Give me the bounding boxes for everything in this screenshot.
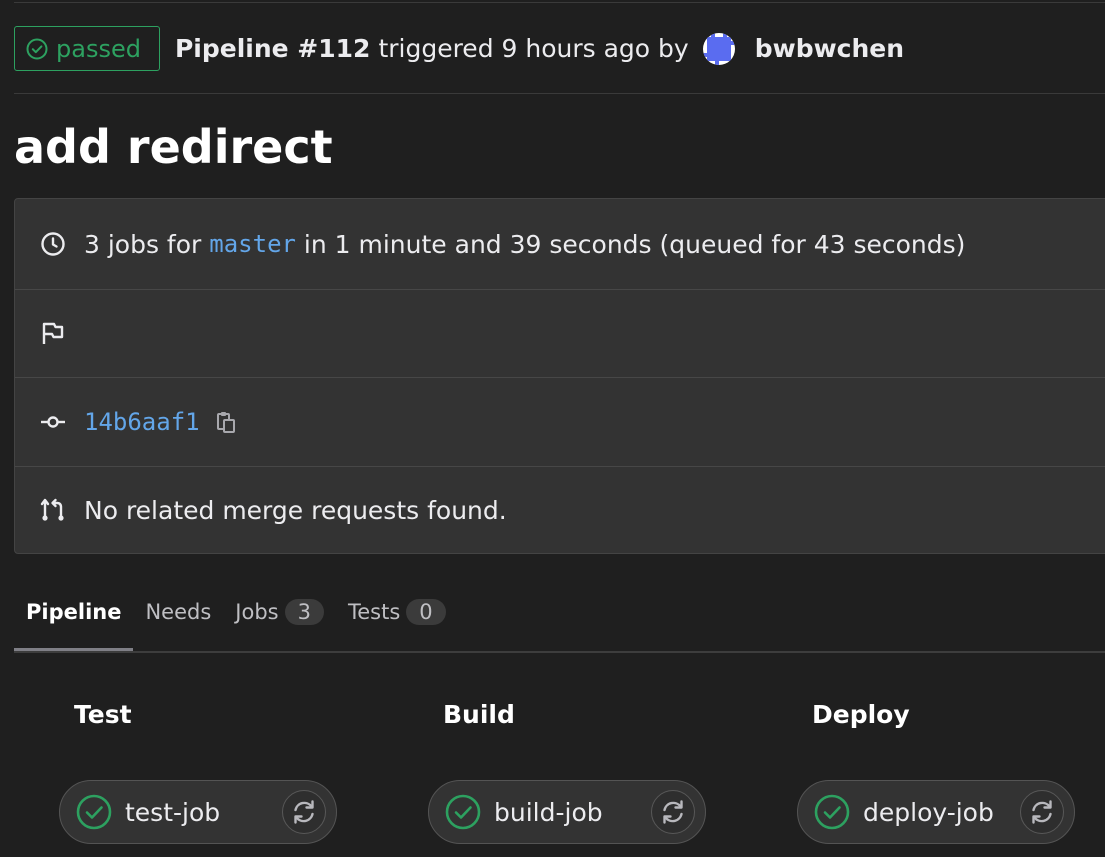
clipboard-icon [216, 411, 235, 433]
pipeline-info-panel: 3 jobs for master in 1 minute and 39 sec… [14, 198, 1105, 554]
duration-text: in 1 minute and 39 seconds (queued for 4… [303, 229, 966, 259]
jobs-summary-row: 3 jobs for master in 1 minute and 39 sec… [15, 199, 1105, 290]
header-divider [14, 93, 1105, 94]
branch-link[interactable]: master [209, 230, 296, 258]
stage-title-test: Test [74, 700, 132, 729]
tab-tests[interactable]: Tests 0 [336, 590, 458, 634]
job-deploy[interactable]: deploy-job [797, 780, 1075, 844]
retry-icon [294, 800, 314, 824]
tab-label: Tests [347, 600, 401, 624]
stage-title-build: Build [443, 700, 515, 729]
retry-button[interactable] [1020, 790, 1064, 834]
tests-count-badge: 0 [406, 599, 446, 625]
job-name: build-job [494, 797, 603, 827]
top-divider [14, 2, 1105, 3]
retry-button[interactable] [282, 790, 326, 834]
avatar[interactable] [702, 32, 735, 65]
job-build[interactable]: build-job [428, 780, 706, 844]
retry-icon [663, 800, 683, 824]
status-label: passed [56, 34, 141, 63]
merge-requests-text: No related merge requests found. [84, 495, 507, 525]
check-circle-icon [445, 794, 481, 830]
job-test[interactable]: test-job [59, 780, 337, 844]
pipeline-summary: Pipeline #112 triggered 9 hours ago by b… [174, 32, 904, 65]
check-circle-icon [76, 794, 112, 830]
tab-label: Pipeline [26, 600, 122, 624]
clock-icon [39, 230, 67, 258]
tab-jobs[interactable]: Jobs 3 [223, 590, 336, 634]
pipeline-tabs: Pipeline Needs Jobs 3 Tests 0 [14, 590, 1105, 653]
pipeline-id: Pipeline #112 [174, 34, 371, 63]
jobs-count-text: 3 jobs for [84, 229, 202, 259]
status-badge[interactable]: passed [14, 26, 160, 71]
pipeline-page: passed Pipeline #112 triggered 9 hours a… [0, 0, 1105, 857]
tab-label: Jobs [235, 600, 279, 624]
flag-icon [39, 319, 67, 347]
retry-icon [1032, 800, 1052, 824]
check-circle-icon [26, 38, 48, 59]
tab-needs[interactable]: Needs [133, 590, 223, 634]
pipeline-header: passed Pipeline #112 triggered 9 hours a… [14, 25, 1105, 72]
commit-sha-link[interactable]: 14b6aaf1 [84, 408, 200, 436]
check-circle-icon [814, 794, 850, 830]
author-name[interactable]: bwbwchen [755, 34, 904, 63]
stage-title-deploy: Deploy [812, 700, 910, 729]
triggered-text: triggered 9 hours ago by [378, 34, 689, 63]
merge-requests-row: No related merge requests found. [15, 466, 1105, 554]
page-title: add redirect [14, 120, 333, 174]
tab-pipeline[interactable]: Pipeline [14, 590, 134, 651]
flags-row [15, 289, 1105, 378]
jobs-count-badge: 3 [284, 599, 324, 625]
job-name: deploy-job [863, 797, 994, 827]
tab-label: Needs [145, 600, 212, 624]
merge-request-icon [39, 496, 67, 524]
commit-icon [39, 408, 67, 436]
copy-sha-button[interactable] [216, 410, 236, 434]
commit-row: 14b6aaf1 [15, 377, 1105, 467]
job-name: test-job [125, 797, 221, 827]
retry-button[interactable] [651, 790, 695, 834]
